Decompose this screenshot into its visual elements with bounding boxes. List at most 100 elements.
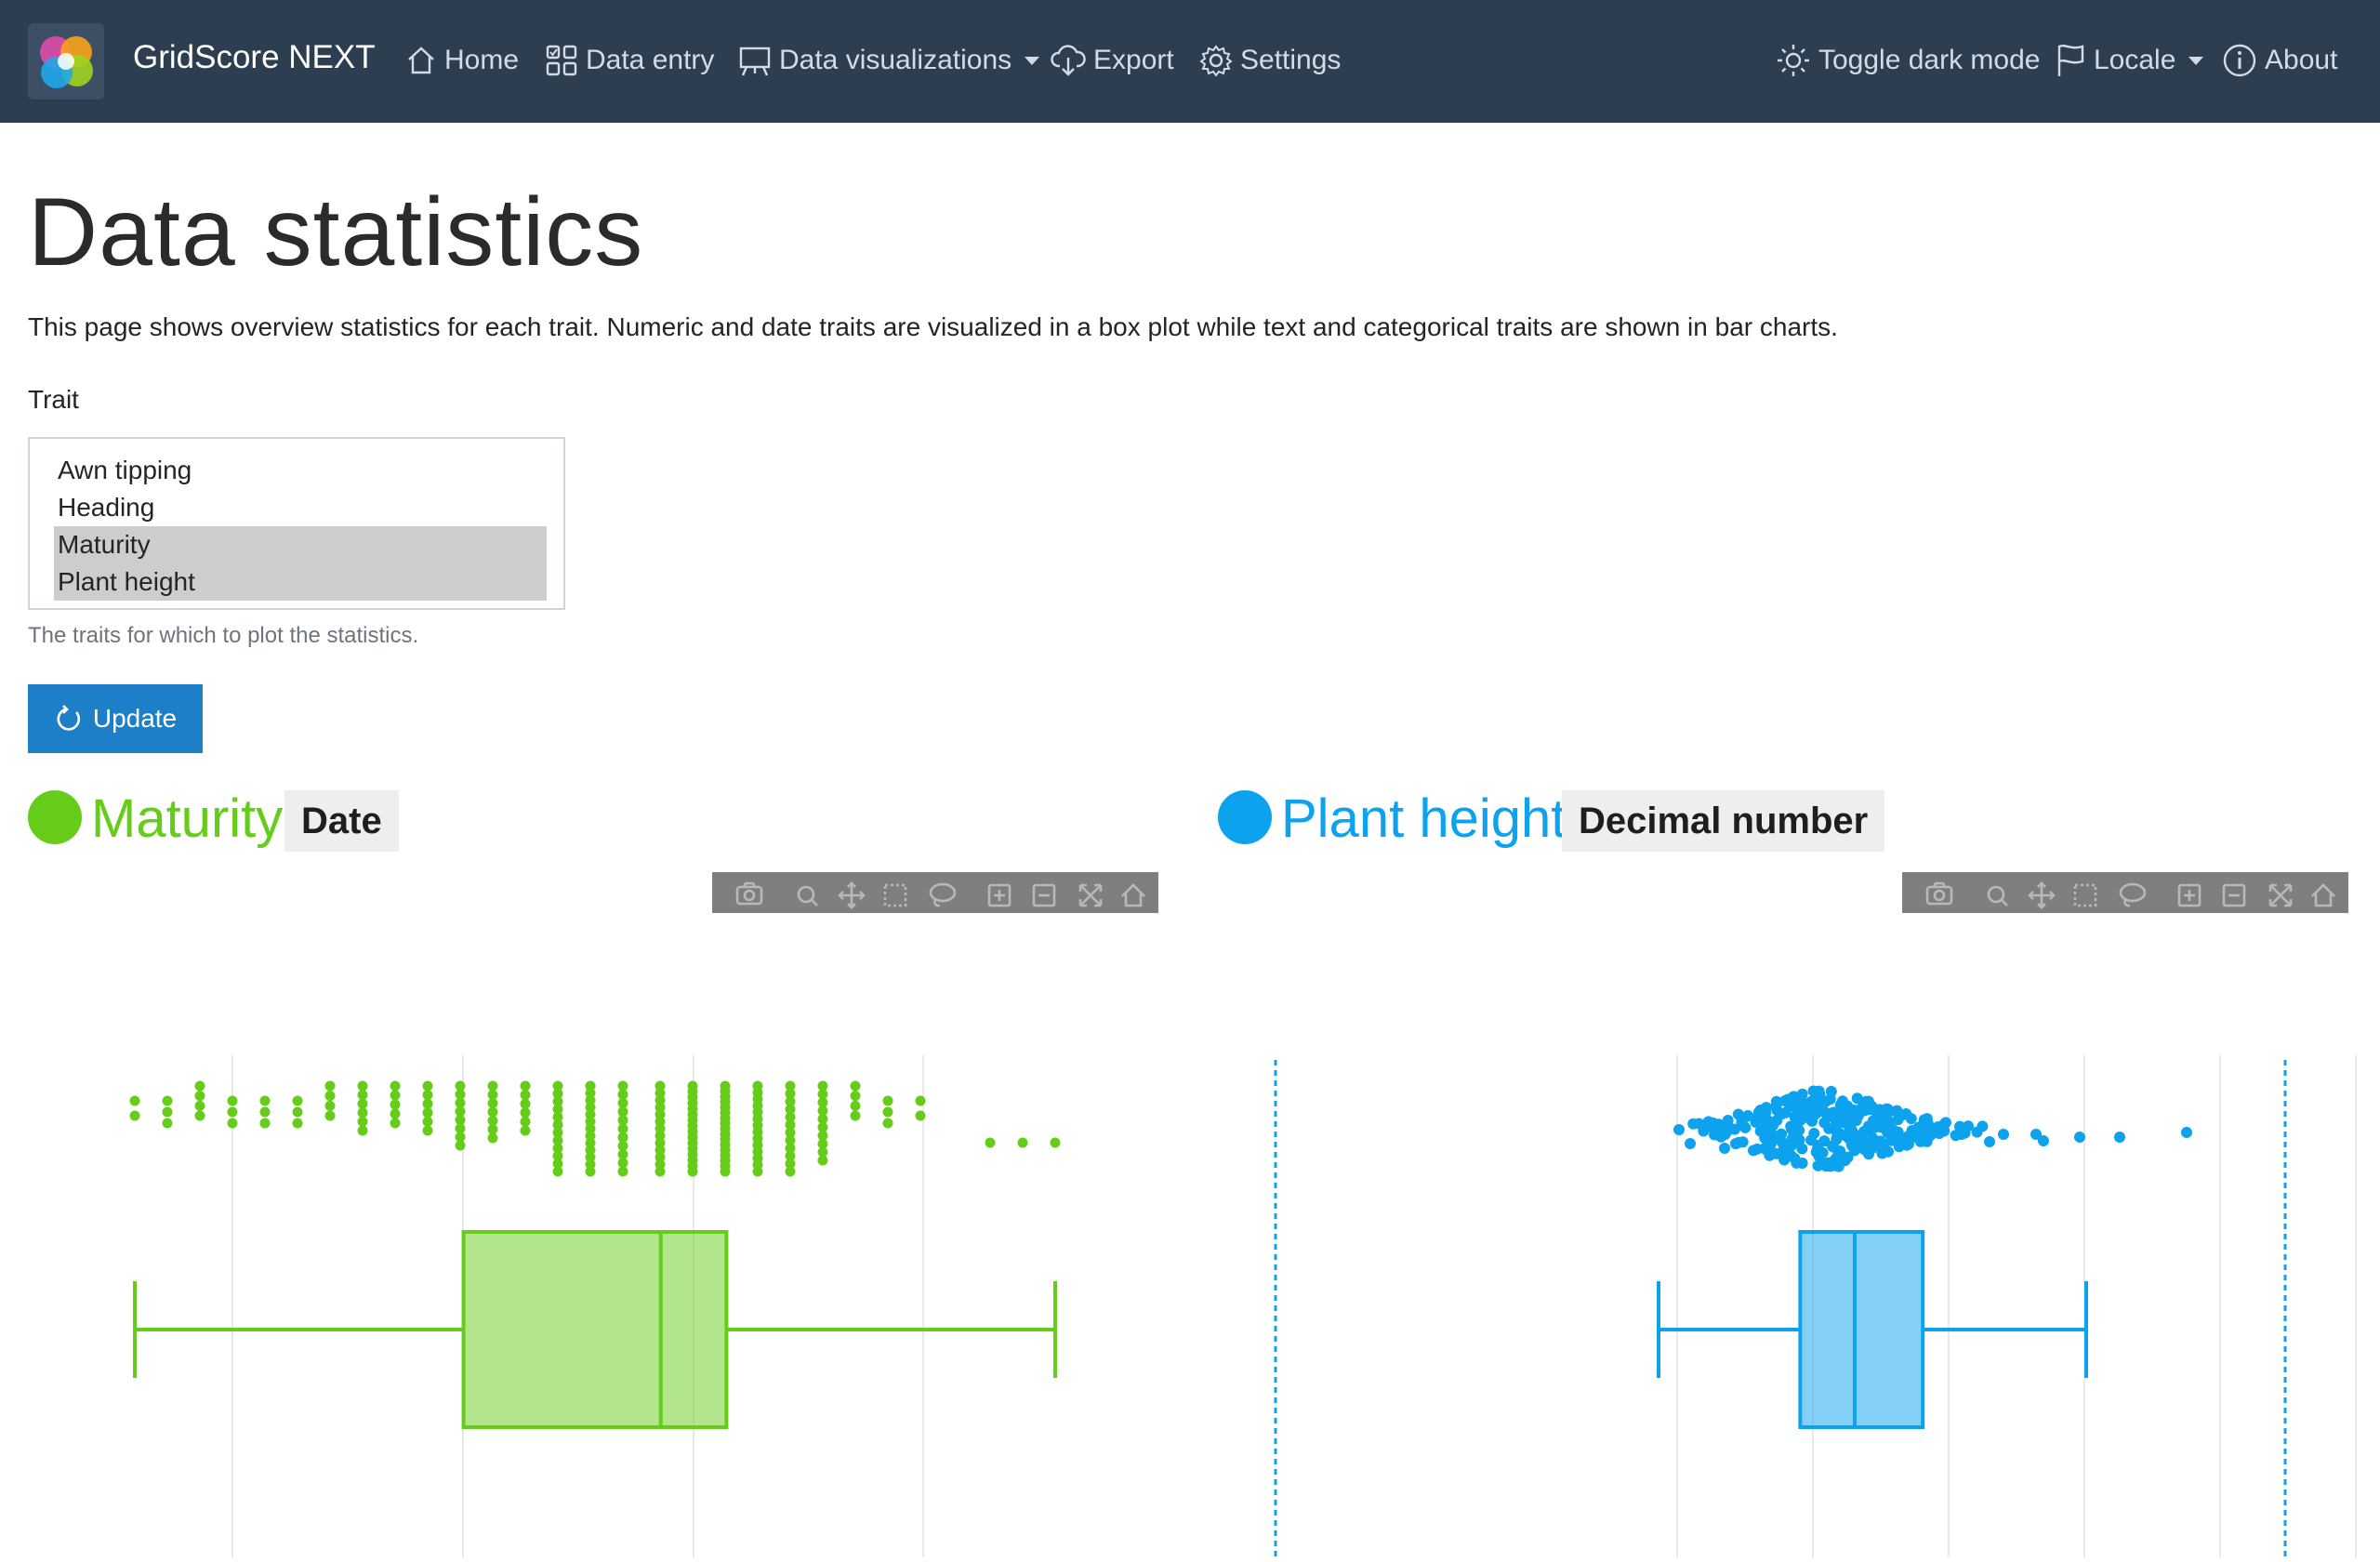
pan-icon[interactable] (2028, 881, 2056, 909)
nav-locale-label: Locale (2094, 45, 2176, 75)
data-point (1804, 1106, 1816, 1119)
data-point (1789, 1153, 1801, 1165)
data-point (520, 1107, 531, 1119)
data-point (227, 1106, 238, 1118)
brand-name[interactable]: GridScore NEXT (133, 39, 376, 76)
autoscale-icon[interactable] (1078, 883, 1103, 907)
data-point (1831, 1132, 1843, 1144)
update-button[interactable]: Update (28, 684, 203, 753)
pan-icon[interactable] (838, 881, 866, 909)
data-point (1813, 1150, 1825, 1162)
data-point (390, 1090, 401, 1101)
data-point (1796, 1143, 1808, 1155)
data-point (1050, 1137, 1061, 1148)
data-point (1818, 1135, 1831, 1147)
nav-home-label: Home (444, 45, 520, 75)
data-point (1825, 1085, 1837, 1097)
trait-option-maturity[interactable]: Maturity (54, 526, 547, 563)
maturity-box-plot[interactable] (0, 1041, 1190, 1562)
data-point (1737, 1136, 1749, 1148)
data-point (422, 1080, 433, 1092)
data-point (1879, 1109, 1891, 1121)
nav-home[interactable]: Home (405, 37, 519, 84)
data-point (357, 1125, 368, 1136)
trait-option-heading[interactable]: Heading (54, 489, 547, 526)
nav-toggle-dark-mode[interactable]: Toggle dark mode (1776, 37, 2040, 84)
data-point (292, 1106, 303, 1118)
data-point (357, 1107, 368, 1119)
data-point (194, 1080, 205, 1092)
logo-mark (40, 36, 93, 88)
nav-settings-label: Settings (1240, 45, 1342, 75)
gear-icon (1199, 45, 1233, 77)
lasso-select-icon[interactable] (929, 882, 957, 907)
data-point (1685, 1138, 1696, 1149)
zoom-icon[interactable] (797, 885, 818, 907)
data-point (487, 1132, 498, 1144)
data-point (617, 1166, 628, 1177)
nav-data-entry[interactable]: Data entry (545, 37, 714, 84)
zoom-in-icon[interactable] (987, 883, 1012, 907)
house-icon (408, 46, 434, 74)
lasso-select-icon[interactable] (2119, 882, 2147, 907)
camera-icon[interactable] (735, 881, 763, 906)
data-point (552, 1166, 563, 1177)
plant-height-box-plot[interactable] (1190, 1041, 2380, 1562)
nav-about-label: About (2265, 45, 2338, 75)
data-point (1728, 1123, 1740, 1135)
nav-export[interactable]: Export (1051, 37, 1174, 84)
box-select-icon[interactable] (2073, 883, 2097, 907)
data-point (752, 1166, 763, 1177)
data-point (520, 1080, 531, 1092)
zoom-out-icon[interactable] (1032, 883, 1056, 907)
camera-icon[interactable] (1925, 881, 1953, 906)
flag-icon (2057, 45, 2084, 76)
data-point (1742, 1110, 1753, 1121)
zoom-in-icon[interactable] (2177, 883, 2202, 907)
data-point (129, 1095, 140, 1106)
data-point (1783, 1141, 1795, 1153)
page-intro: This page shows overview statistics for … (28, 312, 1838, 341)
trait-option-awn-tipping[interactable]: Awn tipping (54, 452, 547, 489)
nav-locale[interactable]: Locale (2055, 37, 2204, 84)
reset-axes-icon[interactable] (1121, 883, 1145, 907)
box-select-icon[interactable] (883, 883, 907, 907)
autoscale-icon[interactable] (2268, 883, 2293, 907)
gridscore-logo[interactable] (28, 23, 104, 99)
data-point (1821, 1107, 1833, 1119)
data-point (817, 1155, 828, 1166)
nav-toggle-dark-mode-label: Toggle dark mode (1818, 45, 2041, 75)
data-point (1984, 1136, 1995, 1147)
data-point (422, 1107, 433, 1119)
plant-height-type-badge: Decimal number (1562, 790, 1885, 852)
nav-data-visualizations[interactable]: Data visualizations (738, 37, 1040, 84)
trait-option-plant-height[interactable]: Plant height (54, 563, 547, 601)
data-point (1839, 1105, 1851, 1117)
data-point (422, 1125, 433, 1136)
data-point (1715, 1131, 1727, 1143)
zoom-icon[interactable] (1987, 885, 2008, 907)
plant-height-color-dot (1218, 790, 1272, 844)
data-point (850, 1110, 861, 1121)
data-point (520, 1125, 531, 1136)
chevron-down-icon (1025, 56, 1040, 65)
zoom-out-icon[interactable] (2222, 883, 2246, 907)
data-point (324, 1080, 336, 1092)
data-point (1895, 1110, 1907, 1122)
data-point (915, 1110, 926, 1121)
plant-height-title: Plant height (1281, 788, 1567, 849)
data-point (194, 1091, 205, 1102)
data-point (1796, 1088, 1808, 1100)
data-point (422, 1116, 433, 1127)
trait-multiselect[interactable]: Awn tipping Heading Maturity Plant heigh… (28, 437, 565, 610)
data-point (1698, 1125, 1710, 1137)
nav-about[interactable]: About (2222, 37, 2337, 84)
data-point (1998, 1129, 2009, 1140)
maturity-chart-toolbar (712, 872, 1158, 913)
data-point (1938, 1125, 1950, 1137)
data-point (390, 1099, 401, 1110)
page-title: Data statistics (28, 179, 644, 286)
data-point (292, 1118, 303, 1129)
nav-settings[interactable]: Settings (1199, 37, 1341, 84)
reset-axes-icon[interactable] (2311, 883, 2335, 907)
